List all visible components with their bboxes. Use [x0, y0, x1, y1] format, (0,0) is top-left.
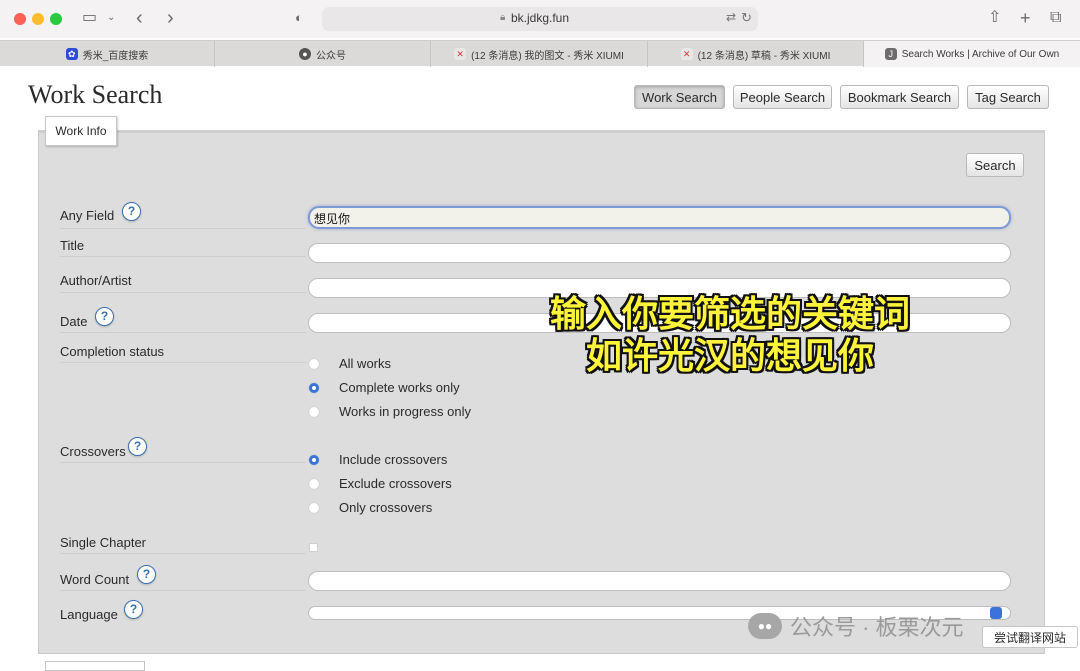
radio-include-crossovers[interactable] [309, 455, 319, 465]
single-chapter-checkbox[interactable] [309, 543, 318, 552]
work-info-legend: Work Info [45, 116, 117, 146]
date-help-icon[interactable]: ? [95, 307, 114, 326]
ao3-icon: J [884, 48, 897, 60]
address-bar[interactable]: 🔒︎ bk.jdkg.fun ⇄ ↻ [322, 7, 758, 31]
sidebar-icon[interactable]: ▭ [82, 8, 97, 28]
wechat-icon: ●● [748, 613, 782, 639]
share-icon[interactable]: ⇧ [988, 8, 1001, 28]
tab-label: (12 条消息) 草稿 - 秀米 XIUMI [697, 50, 831, 62]
search-button[interactable]: Search [966, 153, 1024, 177]
word-count-label: Word Count [60, 572, 130, 587]
row-divider [60, 462, 306, 463]
tab-baidu[interactable]: ✿ 秀米_百度搜索 [0, 41, 215, 67]
word-count-input[interactable] [308, 571, 1011, 591]
translate-site-button[interactable]: 尝试翻译网站 [982, 626, 1078, 648]
nav-work-search[interactable]: Work Search [634, 85, 725, 109]
row-divider [60, 292, 306, 293]
xiumi-icon: ✕ [680, 48, 693, 60]
tab-bar: ✿ 秀米_百度搜索 ● 公众号 ✕ (12 条消息) 我的图文 - 秀米 XIU… [0, 40, 1080, 67]
tab-xiumi-drafts[interactable]: ✕ (12 条消息) 草稿 - 秀米 XIUMI [648, 41, 864, 67]
option-all-works[interactable]: All works [339, 356, 391, 371]
next-fieldset-legend [45, 661, 145, 671]
row-divider [60, 228, 306, 229]
nav-tag-search[interactable]: Tag Search [967, 85, 1049, 109]
author-label: Author/Artist [60, 273, 132, 288]
radio-exclude-crossovers[interactable] [309, 479, 319, 489]
crossovers-help-icon[interactable]: ? [128, 437, 147, 456]
completion-status-label: Completion status [60, 344, 165, 359]
title-label: Title [60, 238, 85, 253]
title-input[interactable] [308, 243, 1011, 263]
baidu-paw-icon: ✿ [65, 48, 78, 60]
radio-works-in-progress[interactable] [309, 407, 319, 417]
watermark: ●● 公众号 · 板栗次元 [748, 610, 964, 642]
tab-xiumi-articles[interactable]: ✕ (12 条消息) 我的图文 - 秀米 XIUMI [431, 41, 648, 67]
tab-label: 秀米_百度搜索 [82, 50, 149, 62]
option-works-in-progress[interactable]: Works in progress only [339, 404, 471, 419]
tab-label: (12 条消息) 我的图文 - 秀米 XIUMI [471, 50, 624, 62]
tab-ao3-search[interactable]: J Search Works | Archive of Our Own [864, 41, 1080, 67]
caption-line-2: 如许光汉的想见你 [585, 336, 874, 377]
watermark-text: 公众号 · 板栗次元 [790, 615, 964, 640]
word-count-help-icon[interactable]: ? [137, 565, 156, 584]
radio-only-crossovers[interactable] [309, 503, 319, 513]
tab-label: Search Works | Archive of Our Own [901, 48, 1060, 60]
address-url: bk.jdkg.fun [510, 11, 570, 25]
row-divider [60, 590, 306, 591]
privacy-shield-icon[interactable]: ◐ [295, 8, 303, 28]
xiumi-icon: ✕ [454, 48, 467, 60]
tab-label: 公众号 [316, 50, 346, 62]
nav-bookmark-search[interactable]: Bookmark Search [840, 85, 959, 109]
minimize-window-button[interactable] [32, 13, 44, 25]
crossovers-label: Crossovers [60, 444, 126, 459]
date-label: Date [60, 314, 88, 329]
row-divider [60, 256, 306, 257]
tab-wechat[interactable]: ● 公众号 [215, 41, 431, 67]
option-only-crossovers[interactable]: Only crossovers [339, 500, 432, 515]
forward-icon[interactable]: › [167, 8, 174, 28]
page-title: Work Search [28, 80, 163, 109]
back-icon[interactable]: ‹ [136, 8, 143, 28]
option-include-crossovers[interactable]: Include crossovers [339, 452, 447, 467]
new-tab-icon[interactable]: + [1020, 8, 1031, 28]
nav-people-search[interactable]: People Search [733, 85, 832, 109]
option-exclude-crossovers[interactable]: Exclude crossovers [339, 476, 452, 491]
caption-line-1: 输入你要筛选的关键词 [549, 294, 910, 335]
wechat-icon: ● [299, 48, 311, 60]
chevron-down-icon[interactable]: ⌄ [107, 8, 115, 28]
row-divider [60, 332, 306, 333]
option-complete-works[interactable]: Complete works only [339, 380, 460, 395]
select-arrows-icon[interactable] [990, 607, 1002, 619]
tab-overview-icon[interactable]: ⧉ [1050, 8, 1061, 28]
single-chapter-label: Single Chapter [60, 535, 146, 550]
browser-toolbar: ▭ ⌄ ‹ › ◐ 🔒︎ bk.jdkg.fun ⇄ ↻ ⇧ + ⧉ [0, 0, 1080, 38]
row-divider [60, 362, 306, 363]
reload-icon[interactable]: ↻ [741, 10, 752, 26]
any-field-label: Any Field [60, 208, 115, 223]
row-divider [60, 553, 306, 554]
any-field-input[interactable]: 想见你 [308, 206, 1011, 229]
language-label: Language [60, 607, 118, 622]
any-field-help-icon[interactable]: ? [122, 202, 141, 221]
language-help-icon[interactable]: ? [124, 600, 143, 619]
translate-icon[interactable]: ⇄ [726, 10, 736, 24]
zoom-window-button[interactable] [50, 13, 62, 25]
close-window-button[interactable] [14, 13, 26, 25]
radio-all-works[interactable] [309, 359, 319, 369]
radio-complete-works[interactable] [309, 383, 319, 393]
